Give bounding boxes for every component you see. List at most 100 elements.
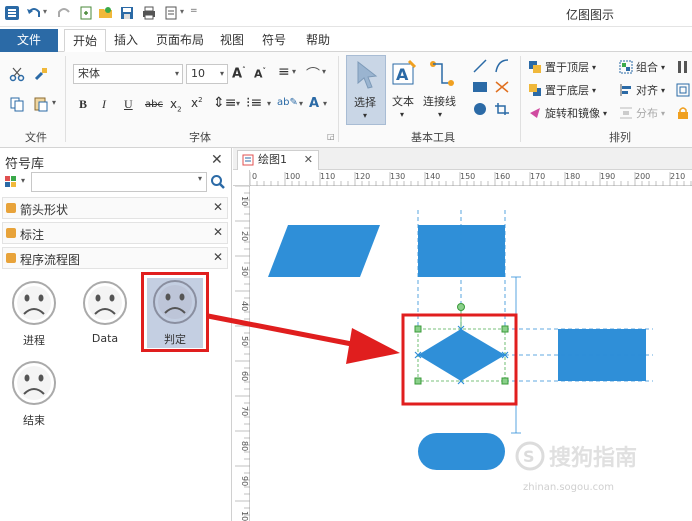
highlight-dropdown-icon[interactable]: ▾ xyxy=(299,99,303,108)
rotate-handle[interactable] xyxy=(457,303,465,311)
group-button[interactable]: 组合 ▾ xyxy=(619,59,665,75)
lock-icon[interactable] xyxy=(676,106,690,120)
process-rectangle-right[interactable] xyxy=(558,329,646,381)
library-category-icon[interactable] xyxy=(4,175,20,189)
sad-face-icon xyxy=(12,361,56,405)
shape-process[interactable]: 进程 xyxy=(6,279,62,348)
rectangle-tool-icon[interactable] xyxy=(472,80,488,94)
drawing-area: 绘图1 ✕ 0 100 110 120 130 140 150 160 170 180 190 200… xyxy=(233,148,692,521)
bullets-icon[interactable]: ⁝≡ xyxy=(246,95,262,111)
font-dialog-launcher-icon[interactable]: ◲ xyxy=(327,132,335,141)
library-item-arrows[interactable]: 箭头形状 ✕ xyxy=(2,197,228,219)
italic-icon[interactable]: I xyxy=(102,97,106,112)
close-icon[interactable]: ✕ xyxy=(213,200,223,214)
ellipse-tool-icon[interactable] xyxy=(472,102,488,116)
export-icon[interactable] xyxy=(163,5,179,21)
search-icon[interactable] xyxy=(210,174,226,190)
curve-dropdown-icon[interactable]: ▾ xyxy=(322,67,326,76)
rotate-mirror-button[interactable]: 旋转和镜像 ▾ xyxy=(528,105,607,121)
resize-handle[interactable] xyxy=(414,325,422,333)
terminator-shape[interactable] xyxy=(418,433,505,470)
shape-end[interactable]: 结束 xyxy=(6,359,62,428)
tab-view[interactable]: 视图 xyxy=(216,29,248,52)
align-dropdown-icon[interactable]: ▾ xyxy=(292,67,296,76)
tab-file[interactable]: 文件 xyxy=(0,29,58,52)
tab-insert[interactable]: 插入 xyxy=(110,29,142,52)
bring-to-front-button[interactable]: 置于顶层 ▾ xyxy=(528,59,596,75)
bullets-dropdown-icon[interactable]: ▾ xyxy=(267,99,271,108)
tab-symbol[interactable]: 符号 xyxy=(258,29,290,52)
shrink-font-icon[interactable]: A˅ xyxy=(254,67,266,81)
crop-tool-icon[interactable] xyxy=(494,102,510,116)
print-icon[interactable] xyxy=(141,5,157,21)
resize-handle[interactable] xyxy=(501,325,509,333)
font-color-dropdown-icon[interactable]: ▾ xyxy=(323,99,327,108)
library-item-callouts[interactable]: 标注 ✕ xyxy=(2,222,228,244)
library-search-input[interactable]: ▾ xyxy=(31,172,207,192)
size-icon[interactable] xyxy=(676,60,690,74)
line-spacing-dropdown-icon[interactable]: ▾ xyxy=(236,99,240,108)
redo-icon[interactable] xyxy=(56,5,72,21)
arc-tool-icon[interactable] xyxy=(494,58,510,74)
select-tool-button[interactable]: 选择 ▾ xyxy=(346,55,386,125)
underline-icon[interactable]: U xyxy=(124,97,133,112)
superscript-icon[interactable]: x2 xyxy=(191,96,203,110)
category-dropdown-icon[interactable]: ▾ xyxy=(21,176,25,185)
ruler-label: 70 xyxy=(240,406,249,416)
process-rectangle-top[interactable] xyxy=(418,225,505,277)
quick-access-more-icon[interactable]: ▾ xyxy=(180,7,184,16)
ruler-label: 20 xyxy=(240,231,249,241)
customize-icon[interactable]: = xyxy=(190,6,198,16)
decision-diamond-shape[interactable] xyxy=(418,329,505,381)
group-label-arrange: 排列 xyxy=(609,131,631,144)
library-item-flowchart[interactable]: 程序流程图 ✕ xyxy=(2,247,228,269)
font-size-select[interactable]: 10 ▾ xyxy=(186,64,228,84)
parallelogram-shape[interactable] xyxy=(268,225,380,277)
grow-font-icon[interactable]: A˄ xyxy=(232,66,246,81)
strikethrough-icon[interactable]: abc xyxy=(145,99,163,110)
text-tool-button[interactable]: A 文本 ▾ xyxy=(388,55,420,125)
save-icon[interactable] xyxy=(119,5,135,21)
tab-home[interactable]: 开始 xyxy=(64,29,106,52)
paste-dropdown-icon[interactable]: ▾ xyxy=(52,98,56,107)
text-highlight-icon[interactable]: ab✎ xyxy=(277,97,298,108)
font-color-icon[interactable]: A xyxy=(309,96,319,111)
connector-tool-button[interactable]: 连接线 ▾ xyxy=(422,55,462,125)
new-icon[interactable] xyxy=(78,5,94,21)
close-icon[interactable]: ✕ xyxy=(213,225,223,239)
format-painter-icon[interactable] xyxy=(33,66,49,82)
font-name-select[interactable]: 宋体 ▾ xyxy=(73,64,183,84)
send-to-back-button[interactable]: 置于底层 ▾ xyxy=(528,82,596,98)
paste-icon[interactable] xyxy=(33,96,49,112)
align-button[interactable]: 对齐 ▾ xyxy=(619,82,665,98)
document-tab[interactable]: 绘图1 ✕ xyxy=(237,150,319,170)
resize-handle[interactable] xyxy=(501,377,509,385)
line-spacing-icon[interactable]: ⇕≡ xyxy=(213,95,236,111)
undo-icon[interactable] xyxy=(26,5,42,21)
copy-icon[interactable] xyxy=(9,96,25,112)
close-panel-icon[interactable]: ✕ xyxy=(211,152,223,168)
line-tool-icon[interactable] xyxy=(472,58,488,74)
tab-page-layout[interactable]: 页面布局 xyxy=(152,29,208,52)
point-tool-icon[interactable] xyxy=(494,80,510,94)
subscript-icon[interactable]: x2 xyxy=(170,97,182,113)
center-icon[interactable] xyxy=(676,83,690,97)
cut-icon[interactable] xyxy=(9,66,25,82)
line-spacing-curve-icon[interactable]: ⌒ xyxy=(306,64,320,84)
cursor-arrow-icon xyxy=(357,60,378,89)
paragraph-align-icon[interactable]: ≡ xyxy=(278,64,290,80)
send-to-back-icon xyxy=(529,84,541,96)
bold-icon[interactable]: B xyxy=(79,97,87,112)
close-icon[interactable]: ✕ xyxy=(213,250,223,264)
shape-data[interactable]: Data xyxy=(77,279,133,345)
resize-handle[interactable] xyxy=(414,377,422,385)
library-item-label: 程序流程图 xyxy=(20,253,81,267)
distribute-button[interactable]: 分布 ▾ xyxy=(619,105,665,121)
tab-help[interactable]: 帮助 xyxy=(302,29,334,52)
undo-dropdown-icon[interactable]: ▾ xyxy=(43,7,47,16)
close-tab-icon[interactable]: ✕ xyxy=(304,151,313,169)
spacing-indicator xyxy=(511,276,521,434)
group-label-file: 文件 xyxy=(25,131,47,144)
open-icon[interactable] xyxy=(98,5,114,21)
shape-decision[interactable]: 判定 xyxy=(147,278,203,348)
